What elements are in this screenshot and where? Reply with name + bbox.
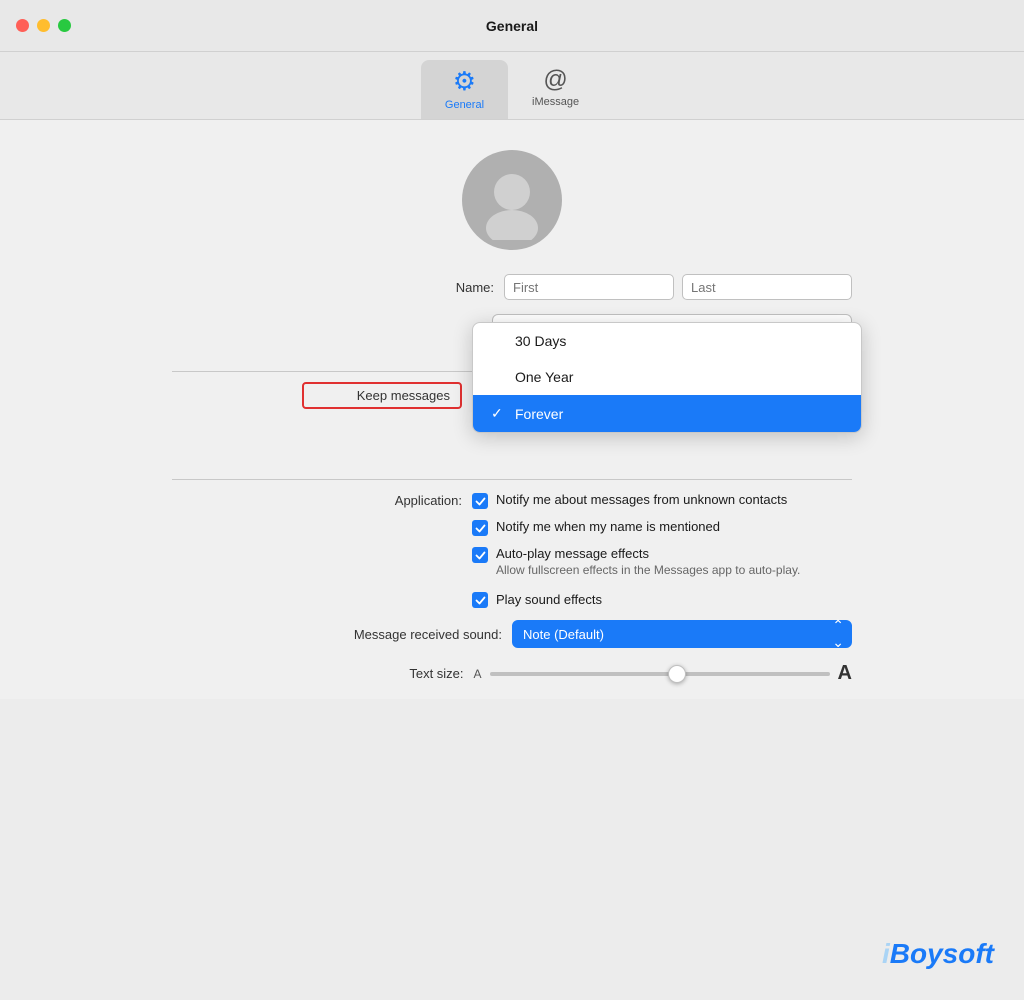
divider-middle <box>172 479 852 480</box>
check-icon-3 <box>475 550 486 561</box>
keep-messages-row: Keep messages 30 Days One Year ✓ Forever <box>172 382 852 409</box>
option-forever[interactable]: ✓ Forever <box>473 395 861 432</box>
avatar-svg <box>472 160 552 240</box>
keep-messages-dropdown[interactable]: 30 Days One Year ✓ Forever <box>472 322 862 433</box>
checkbox-item-name: Notify me when my name is mentioned <box>472 519 852 536</box>
checkbox-item-unknown: Notify me about messages from unknown co… <box>472 492 852 509</box>
name-fields <box>504 274 852 300</box>
last-name-input[interactable] <box>682 274 852 300</box>
gear-icon: ⚙ <box>453 66 476 97</box>
at-icon: @ <box>543 66 567 94</box>
avatar[interactable] <box>462 150 562 250</box>
sound-row: Message received sound: Note (Default) ⌃… <box>172 620 852 648</box>
application-checkboxes: Notify me about messages from unknown co… <box>472 492 852 608</box>
watermark-rest: Boysoft <box>890 938 994 969</box>
sound-value: Note (Default) <box>523 627 604 642</box>
first-name-input[interactable] <box>504 274 674 300</box>
check-oneyear <box>491 369 507 385</box>
watermark-i: i <box>882 938 890 969</box>
checkbox-autoplay[interactable] <box>472 547 488 563</box>
window-title: General <box>486 18 538 34</box>
name-row: Name: <box>172 274 852 300</box>
window-controls <box>16 19 71 32</box>
check-icon-2 <box>475 523 486 534</box>
application-label: Application: <box>302 492 462 508</box>
checkbox-unknown-contacts[interactable] <box>472 493 488 509</box>
slider-thumb[interactable] <box>668 665 686 683</box>
tab-imessage[interactable]: @ iMessage <box>508 60 603 119</box>
checkbox-item-autoplay: Auto-play message effects Allow fullscre… <box>472 546 852 577</box>
name-label: Name: <box>334 280 494 295</box>
titlebar: General <box>0 0 1024 52</box>
close-button[interactable] <box>16 19 29 32</box>
checkbox-play-sound[interactable] <box>472 592 488 608</box>
check-icon <box>475 496 486 507</box>
play-sound-label: Play sound effects <box>496 592 602 607</box>
sound-select-wrapper: Note (Default) ⌃⌄ <box>512 620 852 648</box>
text-size-label: Text size: <box>304 666 464 681</box>
minimize-button[interactable] <box>37 19 50 32</box>
checkbox-name-mentioned[interactable] <box>472 520 488 536</box>
check-30days <box>491 333 507 349</box>
option-oneyear[interactable]: One Year <box>473 359 861 395</box>
tab-general-label: General <box>445 99 484 111</box>
main-content: Name: Set up Name and Photo Sharing... K… <box>0 120 1024 699</box>
form-area: Name: Set up Name and Photo Sharing... K… <box>172 274 852 699</box>
check-forever: ✓ <box>491 405 507 422</box>
checkbox-autoplay-label: Auto-play message effects <box>496 546 800 561</box>
option-30days[interactable]: 30 Days <box>473 323 861 359</box>
watermark: iBoysoft <box>882 938 994 970</box>
text-size-small-a: A <box>474 667 482 681</box>
text-size-row: Text size: A A <box>172 662 852 685</box>
checkbox-unknown-label: Notify me about messages from unknown co… <box>496 492 787 507</box>
application-row: Application: Notify me about messages fr… <box>172 492 852 608</box>
text-size-large-a: A <box>838 662 852 685</box>
keep-messages-label: Keep messages <box>302 382 462 409</box>
avatar-container <box>462 150 562 250</box>
checkbox-name-label: Notify me when my name is mentioned <box>496 519 720 534</box>
checkbox-autoplay-sub: Allow fullscreen effects in the Messages… <box>496 563 800 577</box>
tab-general[interactable]: ⚙ General <box>421 60 508 119</box>
check-icon-4 <box>475 595 486 606</box>
toolbar: ⚙ General @ iMessage <box>0 52 1024 120</box>
sound-select[interactable]: Note (Default) <box>512 620 852 648</box>
checkbox-item-sound: Play sound effects <box>472 591 852 608</box>
tab-imessage-label: iMessage <box>532 96 579 108</box>
sound-label: Message received sound: <box>342 627 502 642</box>
maximize-button[interactable] <box>58 19 71 32</box>
text-size-slider[interactable] <box>490 672 830 676</box>
